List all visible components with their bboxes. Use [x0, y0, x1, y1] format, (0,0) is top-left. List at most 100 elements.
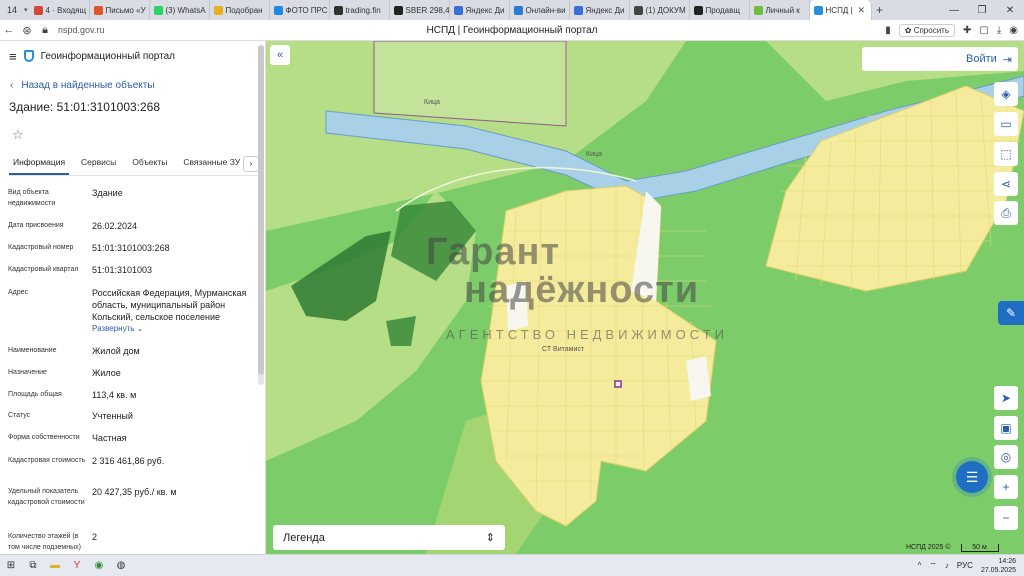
- browser-tab[interactable]: Продавщ: [690, 0, 750, 20]
- attr-value: Жилой дом: [92, 346, 140, 356]
- legend-label: Легенда: [283, 531, 325, 544]
- browser-tab[interactable]: (1) ДОКУМ: [630, 0, 690, 20]
- tab-related-plots[interactable]: Связанные ЗУ: [179, 156, 244, 175]
- attr-label: Статус: [8, 412, 31, 419]
- ruler-icon[interactable]: ▭: [994, 112, 1018, 136]
- file-explorer-icon[interactable]: ▬: [44, 555, 66, 576]
- task-view-icon[interactable]: ⧉: [22, 555, 44, 576]
- chat-icon[interactable]: ☰: [956, 461, 988, 493]
- favorite-star-icon[interactable]: ☆: [12, 127, 24, 143]
- info-tabs: Информация Сервисы Объекты Связанные ЗУ …: [9, 156, 259, 176]
- scale-bar: 50 м: [960, 544, 999, 552]
- browser-tab[interactable]: trading.fin: [330, 0, 390, 20]
- tabs-scroll-right-button[interactable]: ›: [243, 156, 259, 172]
- attr-value: 2 316 461,86 руб.: [92, 456, 165, 466]
- browser-tab[interactable]: Личный к: [750, 0, 810, 20]
- map-plot-outline: [373, 41, 567, 127]
- browser-tab[interactable]: Онлайн-ви: [510, 0, 570, 20]
- lock-icon[interactable]: 🔒︎: [36, 24, 54, 37]
- map-view[interactable]: Кица Кица СТ Витамист Гарант надёжности …: [266, 41, 1024, 554]
- tray-expand-icon[interactable]: ^: [918, 561, 922, 570]
- print-icon[interactable]: ⎙: [994, 201, 1018, 225]
- ask-button[interactable]: ✿ Спросить: [898, 23, 955, 37]
- browser-tab[interactable]: (3) WhatsA: [150, 0, 210, 20]
- tab-label: Яндекс Ди: [465, 5, 505, 15]
- address-bar: ← ⊛ 🔒︎ nspd.gov.ru НСПД | Геоинформацион…: [0, 20, 1024, 41]
- login-label: Войти: [965, 53, 997, 65]
- attr-value: 51:01:3101003: [92, 265, 153, 275]
- watermark-line2: надёжности: [464, 269, 700, 311]
- maximize-icon[interactable]: ❐: [968, 5, 996, 16]
- browser-tab[interactable]: 4 · Входящ: [30, 0, 90, 20]
- collections-icon[interactable]: ▢: [979, 25, 988, 36]
- help-icon[interactable]: ✎: [998, 301, 1024, 325]
- tab-objects[interactable]: Объекты: [128, 156, 171, 175]
- attr-value: 20 427,35 руб./ кв. м: [92, 487, 177, 497]
- browser-tab[interactable]: Яндекс Ди: [450, 0, 510, 20]
- attr-label: Форма собственности: [8, 434, 80, 441]
- tab-services[interactable]: Сервисы: [77, 156, 120, 175]
- os-taskbar: ⊞ ⧉ ▬ Y ◉ ◍ ^ ⌔ ♪ РУС 14:26 27.05.2025: [0, 554, 1024, 576]
- tab-label: Яндекс Ди: [585, 5, 625, 15]
- browser-tab[interactable]: НСПД | ✕: [809, 0, 872, 20]
- login-button[interactable]: Войти ⇥: [862, 47, 1018, 71]
- tab-label: trading.fin: [345, 5, 381, 15]
- tab-information[interactable]: Информация: [9, 156, 70, 175]
- chevron-down-icon: ⌄: [136, 324, 144, 333]
- attr-label: Вид объекта недвижимости: [8, 189, 56, 207]
- lang-indicator[interactable]: РУС: [957, 561, 973, 570]
- profile-icon[interactable]: ◉: [1009, 25, 1018, 36]
- browser-tab[interactable]: ФОТО ПРС: [270, 0, 330, 20]
- geolocation-icon[interactable]: ◎: [994, 445, 1018, 469]
- share-icon[interactable]: ⋖: [994, 172, 1018, 196]
- tab-label: НСПД |: [825, 5, 853, 15]
- map-settlement-right: [765, 85, 1024, 292]
- chevron-left-icon: ‹: [10, 80, 14, 91]
- clock[interactable]: 14:26 27.05.2025: [981, 557, 1016, 575]
- close-icon[interactable]: ✕: [996, 5, 1024, 16]
- layers-icon[interactable]: ◈: [994, 82, 1018, 106]
- zoom-in-button[interactable]: +: [994, 475, 1018, 499]
- network-icon[interactable]: ⌔: [929, 561, 937, 571]
- yandex-protect-icon[interactable]: ⊛: [18, 24, 36, 37]
- tab-favicon-icon: [33, 5, 43, 15]
- bookmark-icon[interactable]: ▮: [885, 25, 891, 36]
- yandex-browser-icon[interactable]: Y: [66, 555, 88, 576]
- chevron-down-icon[interactable]: ▾: [24, 6, 28, 14]
- object-info-panel: ≡ Геоинформационный портал ‹ Назад в най…: [0, 41, 266, 554]
- select-area-icon[interactable]: ⬚: [994, 142, 1018, 166]
- browser-tab[interactable]: Письмо «У: [90, 0, 150, 20]
- url-field[interactable]: nspd.gov.ru: [58, 25, 104, 35]
- legend-dropdown[interactable]: Легенда ⇕: [273, 525, 505, 550]
- chrome-icon[interactable]: ◉: [88, 555, 110, 576]
- zoom-out-button[interactable]: −: [994, 506, 1018, 530]
- clock-time: 14:26: [998, 557, 1016, 565]
- app-icon[interactable]: ◍: [110, 555, 132, 576]
- new-tab-button[interactable]: +: [872, 3, 888, 17]
- windows-start-icon[interactable]: ⊞: [0, 555, 22, 576]
- browser-tab[interactable]: Яндекс Ди: [570, 0, 630, 20]
- menu-icon[interactable]: ≡: [9, 49, 17, 64]
- collapse-panel-button[interactable]: «: [270, 45, 290, 65]
- expand-address-link[interactable]: Развернуть ⌄: [92, 323, 256, 335]
- locate-icon[interactable]: ➤: [994, 386, 1018, 410]
- back-arrow-icon[interactable]: ←: [0, 24, 18, 36]
- extensions-icon[interactable]: ✚: [963, 25, 971, 36]
- attr-value: 2: [92, 532, 98, 542]
- tab-label: Подобран: [225, 5, 263, 15]
- tab-count[interactable]: 14: [0, 5, 24, 15]
- close-tab-icon[interactable]: ✕: [858, 5, 866, 16]
- copyright: НСПД 2025 ©: [906, 544, 951, 551]
- chevron-updown-icon: ⇕: [485, 532, 495, 544]
- browser-tab[interactable]: Подобран: [210, 0, 270, 20]
- map-label-settlement: СТ Витамист: [542, 346, 585, 353]
- scrollbar-thumb[interactable]: [258, 45, 264, 375]
- minimize-icon[interactable]: —: [940, 5, 968, 16]
- browser-tab[interactable]: SBER 298,4: [390, 0, 450, 20]
- panel-scrollbar[interactable]: [258, 45, 264, 385]
- downloads-icon[interactable]: ⤓: [997, 25, 1001, 36]
- attr-value: Учтенный: [92, 411, 133, 421]
- volume-icon[interactable]: ♪: [945, 561, 949, 570]
- minimap-icon[interactable]: ▣: [994, 416, 1018, 440]
- back-to-results-link[interactable]: ‹ Назад в найденные объекты: [10, 80, 155, 91]
